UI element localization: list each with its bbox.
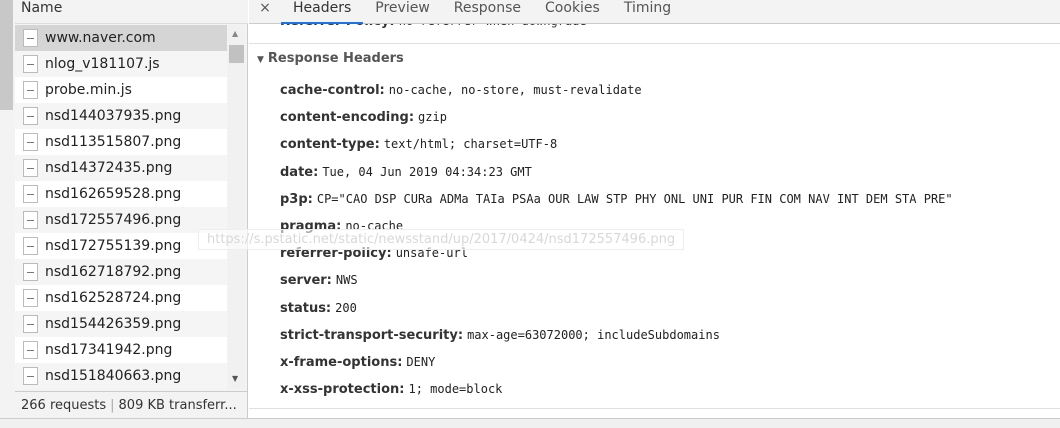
overview-scrollbar[interactable]	[0, 0, 13, 110]
request-name: nsd151840663.png	[45, 368, 182, 384]
request-row[interactable]: nsd162528724.png	[15, 285, 227, 311]
transferred-size: 809 KB transferr...	[118, 398, 237, 413]
document-file-icon	[23, 81, 38, 99]
section-title: Response Headers	[267, 51, 404, 66]
header-key: server:	[280, 273, 332, 289]
document-file-icon	[23, 55, 38, 73]
image-file-icon	[23, 211, 38, 229]
divider	[249, 43, 1060, 44]
triangle-down-icon: ▼	[257, 55, 264, 65]
request-row[interactable]: nsd113515807.png	[15, 129, 227, 155]
tab-response[interactable]: Response	[442, 0, 533, 16]
response-header-row: content-encoding: gzip	[280, 107, 953, 134]
document-file-icon	[23, 29, 38, 47]
request-row[interactable]: nsd14372435.png	[15, 155, 227, 181]
response-header-row: content-type: text/html; charset=UTF-8	[280, 134, 953, 161]
request-name: nlog_v181107.js	[45, 56, 160, 72]
header-key: strict-transport-security:	[280, 327, 464, 343]
header-key: status:	[280, 300, 332, 316]
header-key: content-encoding:	[280, 110, 415, 126]
request-name: nsd17341942.png	[45, 342, 173, 358]
image-file-icon	[23, 237, 38, 255]
header-value: Tue, 04 Jun 2019 04:34:23 GMT	[322, 164, 532, 179]
header-value: NWS	[335, 273, 358, 288]
tab-headers[interactable]: Headers	[281, 0, 364, 24]
response-header-row: server: NWS	[280, 270, 953, 297]
request-row[interactable]: www.naver.com	[15, 25, 227, 51]
header-value: no-cache, no-store, must-revalidate	[388, 83, 642, 97]
header-value: 1; mode=block	[408, 382, 503, 397]
request-row[interactable]: nsd172755139.png	[15, 233, 227, 259]
response-header-row: x-xss-protection: 1; mode=block	[280, 379, 953, 406]
url-tooltip: https://s.pstatic.net/static/newsstand/u…	[198, 229, 685, 250]
request-row[interactable]: nsd151840663.png	[15, 363, 227, 389]
request-row[interactable]: nsd144037935.png	[15, 103, 227, 129]
request-row[interactable]: probe.min.js	[15, 77, 227, 103]
request-row[interactable]: nlog_v181107.js	[15, 51, 227, 77]
tab-cookies[interactable]: Cookies	[533, 0, 612, 16]
request-row[interactable]: nsd162718792.png	[15, 259, 227, 285]
request-name: nsd113515807.png	[45, 134, 182, 150]
header-key: content-type:	[280, 137, 380, 153]
request-name: nsd14372435.png	[45, 160, 173, 176]
header-key: date:	[280, 164, 319, 180]
request-name: nsd162528724.png	[45, 290, 182, 306]
request-row[interactable]: nsd162659528.png	[15, 181, 227, 207]
status-footer: 266 requests | 809 KB transferr...	[15, 391, 248, 418]
image-file-icon	[23, 263, 38, 281]
response-header-row: cache-control: no-cache, no-store, must-r…	[280, 80, 953, 107]
name-column-header[interactable]: Name	[15, 0, 248, 24]
image-file-icon	[23, 107, 38, 125]
image-file-icon	[23, 367, 38, 385]
request-name: nsd172755139.png	[45, 238, 182, 254]
divider	[249, 408, 1060, 409]
image-file-icon	[23, 185, 38, 203]
request-name: nsd144037935.png	[45, 108, 182, 124]
response-headers-toggle[interactable]: ▼ Response Headers	[257, 51, 408, 66]
bottom-bar	[0, 418, 1060, 428]
image-file-icon	[23, 133, 38, 151]
header-value: CP="CAO DSP CURa ADMa TAIa PSAa OUR LAW …	[316, 191, 953, 206]
header-value: gzip	[418, 110, 447, 125]
response-header-row: status: 200	[280, 298, 953, 325]
header-key: x-frame-options:	[280, 354, 403, 370]
request-row[interactable]: nsd154426359.png	[15, 311, 227, 337]
scroll-up-icon[interactable]: ▲	[232, 29, 238, 38]
request-name: probe.min.js	[45, 82, 132, 98]
request-name: www.naver.com	[45, 30, 156, 46]
tab-timing[interactable]: Timing	[612, 0, 683, 16]
header-key: x-xss-protection:	[280, 382, 405, 398]
request-name: nsd154426359.png	[45, 316, 182, 332]
header-value: DENY	[406, 354, 436, 369]
image-file-icon	[23, 159, 38, 177]
request-name: nsd162718792.png	[45, 264, 182, 280]
request-row[interactable]: nsd172557496.png	[15, 207, 227, 233]
request-count: 266 requests	[21, 398, 107, 413]
response-header-row: strict-transport-security: max-age=630720…	[280, 325, 953, 352]
response-header-row: x-frame-options: DENY	[280, 352, 953, 379]
request-name: nsd162659528.png	[45, 186, 182, 202]
header-key: p3p:	[280, 191, 313, 207]
header-key: cache-control:	[280, 83, 385, 98]
close-icon[interactable]: ×	[249, 0, 281, 16]
request-list-scrollbar[interactable]: ▲ ▼	[228, 25, 245, 389]
header-value: max-age=63072000; includeSubdomains	[467, 327, 720, 342]
detail-tabs: × Headers Preview Response Cookies Timing	[249, 0, 1060, 24]
header-value: 200	[335, 300, 357, 315]
image-file-icon	[23, 341, 38, 359]
request-list: www.naver.com nlog_v181107.js probe.min.js…	[15, 25, 227, 389]
response-header-row: p3p: CP="CAO DSP CURa ADMa TAIa PSAa OUR …	[280, 189, 953, 216]
image-file-icon	[23, 289, 38, 307]
image-file-icon	[23, 315, 38, 333]
request-row[interactable]: nsd17341942.png	[15, 337, 227, 363]
scrollbar-thumb[interactable]	[229, 45, 244, 63]
request-name: nsd172557496.png	[45, 212, 182, 228]
response-header-row: date: Tue, 04 Jun 2019 04:34:23 GMT	[280, 162, 953, 189]
scroll-down-icon[interactable]: ▼	[232, 374, 238, 383]
request-list-panel: Name www.naver.com nlog_v181107.js probe.m…	[0, 0, 248, 428]
header-value: text/html; charset=UTF-8	[383, 137, 558, 152]
tab-preview[interactable]: Preview	[363, 0, 442, 16]
